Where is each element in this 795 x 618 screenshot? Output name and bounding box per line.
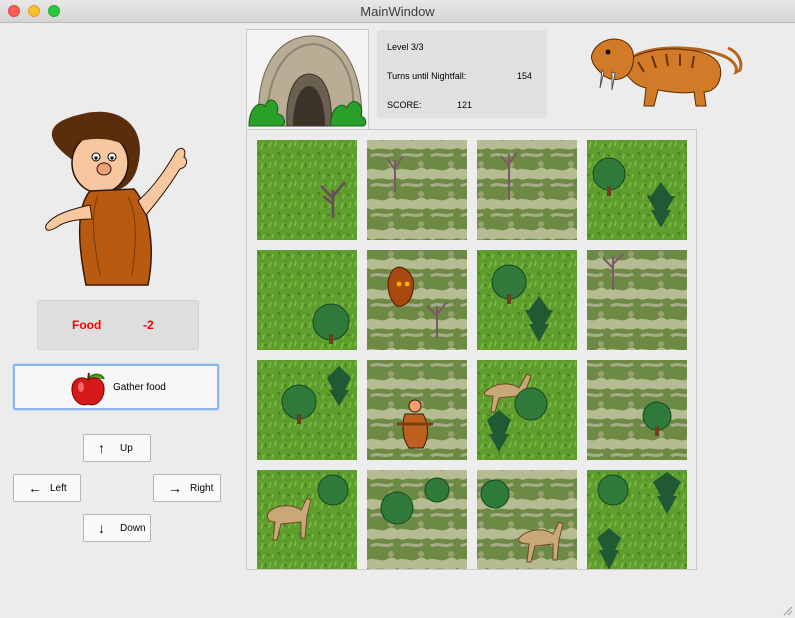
tile-2-1[interactable] (257, 250, 357, 350)
move-right-label: Right (190, 483, 214, 494)
arrow-down-icon: ↓ (98, 520, 105, 536)
move-right-button[interactable]: → Right (153, 474, 221, 502)
tile-2-3[interactable] (477, 250, 577, 350)
tile-3-2[interactable] (367, 360, 467, 460)
score-label: SCORE: (387, 100, 422, 110)
score-value: 121 (457, 100, 473, 110)
tile-1-3[interactable] (477, 140, 577, 240)
move-left-button[interactable]: ← Left (13, 474, 81, 502)
status-panel: Level 3/3 Turns until Nightfall: 154 SCO… (377, 30, 547, 118)
food-label: Food (72, 318, 102, 332)
food-status-box: Food -2 (37, 300, 199, 350)
arrow-right-icon: → (168, 480, 182, 496)
move-down-button[interactable]: ↓ Down (83, 514, 151, 542)
arrow-left-icon: ← (28, 480, 42, 496)
arrow-up-icon: ↑ (98, 440, 105, 456)
game-board (246, 129, 697, 570)
sabertooth-tiger-icon (591, 38, 743, 107)
tile-4-2[interactable] (367, 470, 467, 570)
window-title: MainWindow (360, 4, 435, 19)
move-up-label: Up (120, 443, 133, 454)
tile-3-3[interactable] (477, 360, 577, 460)
title-bar: MainWindow (0, 0, 795, 23)
resize-grip-icon[interactable] (783, 606, 793, 616)
tile-4-1[interactable] (257, 470, 357, 570)
cave-icon (248, 35, 367, 127)
tile-4-4[interactable] (587, 470, 687, 570)
game-board-grid (257, 140, 687, 570)
tile-3-1[interactable] (257, 360, 357, 460)
tile-2-4[interactable] (587, 250, 687, 350)
level-text: Level 3/3 (387, 42, 424, 52)
tile-4-3[interactable] (477, 470, 577, 570)
tile-1-4[interactable] (587, 140, 687, 240)
tile-3-4[interactable] (587, 360, 687, 460)
tile-2-2[interactable] (367, 250, 467, 350)
gather-food-label: Gather food (113, 382, 166, 393)
caveman-icon (45, 111, 188, 286)
tile-1-2[interactable] (367, 140, 467, 240)
tile-1-1[interactable] (257, 140, 357, 240)
food-value: -2 (143, 318, 154, 332)
cave-tab[interactable] (246, 29, 369, 130)
gather-food-button[interactable]: Gather food (13, 364, 219, 410)
move-up-button[interactable]: ↑ Up (83, 434, 151, 462)
move-left-label: Left (50, 483, 67, 494)
move-down-label: Down (120, 523, 146, 534)
turns-label: Turns until Nightfall: (387, 71, 467, 81)
turns-value: 154 (517, 71, 533, 81)
apple-icon (71, 372, 105, 406)
